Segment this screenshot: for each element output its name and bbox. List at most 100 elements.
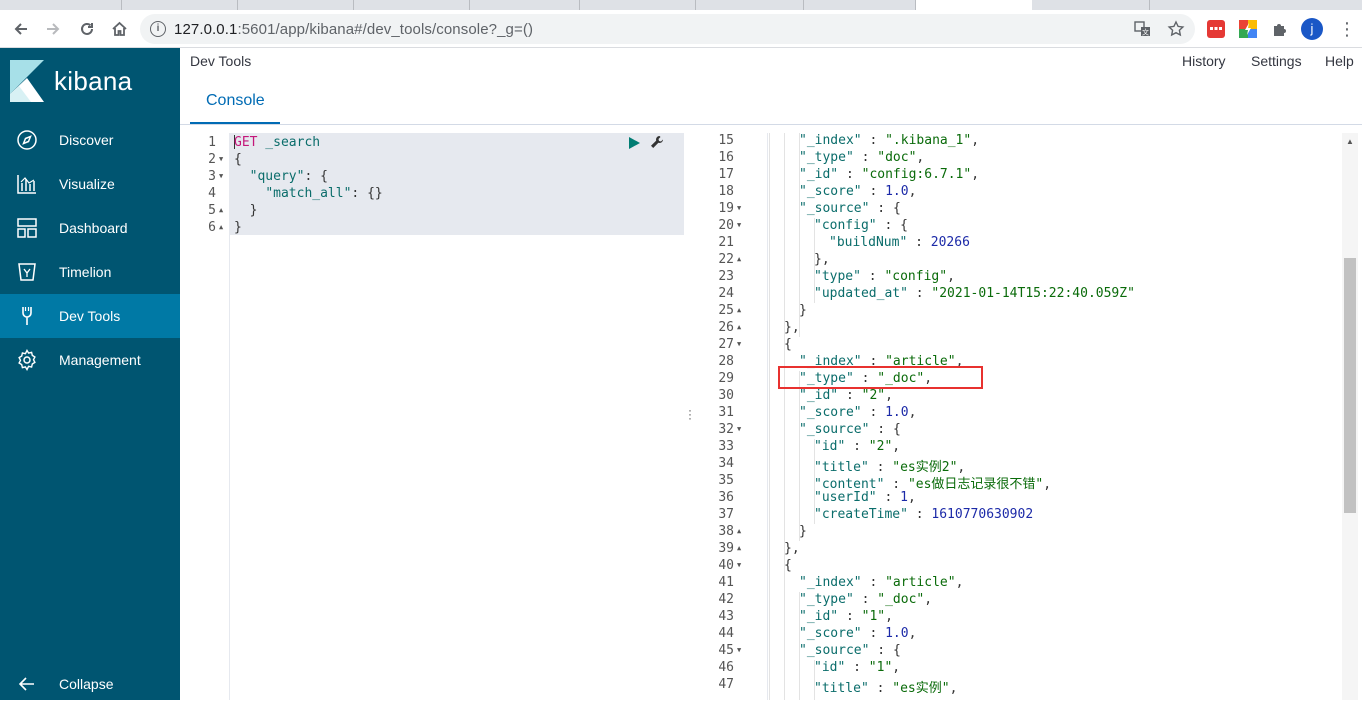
- response-line[interactable]: "_id" : "2",: [799, 388, 893, 403]
- response-line[interactable]: "_index" : "article",: [799, 575, 963, 590]
- response-line[interactable]: "_source" : {: [799, 422, 901, 437]
- response-line[interactable]: "_source" : {: [799, 643, 901, 658]
- line-number: 35: [718, 473, 734, 488]
- bookmark-star-icon[interactable]: [1167, 20, 1185, 38]
- help-link[interactable]: Help: [1325, 53, 1354, 69]
- fold-toggle-icon[interactable]: ▼: [737, 425, 741, 433]
- response-line[interactable]: "_index" : ".kibana_1",: [799, 133, 979, 148]
- output-scrollbar[interactable]: ▲: [1342, 133, 1358, 700]
- fold-toggle-icon[interactable]: ▼: [219, 172, 223, 180]
- response-line[interactable]: "_id" : "config:6.7.1",: [799, 167, 979, 182]
- response-output[interactable]: 15 "_index" : ".kibana_1", 16 "_type" : "do…: [698, 133, 1362, 700]
- fold-toggle-icon[interactable]: ▲: [737, 306, 741, 314]
- code-line[interactable]: GET _search: [234, 135, 320, 150]
- response-line[interactable]: "config" : {: [814, 218, 908, 233]
- wrench-settings-icon[interactable]: [650, 135, 664, 149]
- response-line[interactable]: "id" : "1",: [814, 660, 900, 675]
- fold-toggle-icon[interactable]: ▲: [219, 206, 223, 214]
- response-line[interactable]: "title" : "es实例",: [814, 677, 957, 696]
- response-line[interactable]: },: [784, 541, 800, 556]
- scroll-up-arrow[interactable]: ▲: [1346, 137, 1354, 146]
- sidebar-item-dev-tools[interactable]: Dev Tools: [0, 294, 180, 338]
- extension-colorful-icon[interactable]: [1239, 20, 1257, 38]
- sidebar-collapse-button[interactable]: Collapse: [0, 662, 180, 706]
- history-link[interactable]: History: [1182, 53, 1226, 69]
- fold-toggle-icon[interactable]: ▼: [737, 221, 741, 229]
- response-line[interactable]: },: [784, 320, 800, 335]
- request-editor[interactable]: 1 GET _search 2 ▼ {3 ▼ "query": {4 "match_all…: [188, 133, 684, 700]
- code-line[interactable]: "query": {: [234, 169, 328, 184]
- fold-toggle-icon[interactable]: ▼: [219, 155, 223, 163]
- fold-toggle-icon[interactable]: ▲: [219, 223, 223, 231]
- response-line[interactable]: {: [784, 337, 792, 352]
- back-icon[interactable]: [8, 16, 34, 42]
- response-line[interactable]: "_score" : 1.0,: [799, 184, 916, 199]
- scrollbar-thumb[interactable]: [1344, 258, 1356, 513]
- browser-tab[interactable]: [580, 0, 696, 10]
- browser-tab[interactable]: [122, 0, 238, 10]
- response-line[interactable]: "createTime" : 1610770630902: [814, 507, 1033, 522]
- fold-toggle-icon[interactable]: ▲: [737, 255, 741, 263]
- response-line[interactable]: }: [799, 303, 807, 318]
- response-line[interactable]: "_id" : "1",: [799, 609, 893, 624]
- sidebar-item-management[interactable]: Management: [0, 338, 180, 382]
- sidebar-item-timelion[interactable]: Timelion: [0, 250, 180, 294]
- fold-toggle-icon[interactable]: ▼: [737, 646, 741, 654]
- url-text[interactable]: 127.0.0.1:5601/app/kibana#/dev_tools/con…: [174, 21, 533, 38]
- fold-toggle-icon[interactable]: ▼: [737, 561, 741, 569]
- extensions-puzzle-icon[interactable]: [1271, 20, 1289, 38]
- pane-resize-handle[interactable]: · · ·: [688, 404, 692, 424]
- site-info-icon[interactable]: i: [150, 21, 166, 37]
- browser-tab-active[interactable]: [916, 0, 1032, 10]
- code-line[interactable]: {: [234, 152, 242, 167]
- svg-text:文: 文: [1142, 28, 1149, 37]
- code-line[interactable]: "match_all": {}: [234, 186, 382, 201]
- browser-tab[interactable]: [238, 0, 354, 10]
- response-line[interactable]: "buildNum" : 20266: [829, 235, 970, 250]
- address-bar[interactable]: i 127.0.0.1:5601/app/kibana#/dev_tools/c…: [140, 14, 1195, 44]
- sidebar-item-dashboard[interactable]: Dashboard: [0, 206, 180, 250]
- line-number: 15: [718, 133, 734, 148]
- translate-icon[interactable]: 文: [1134, 20, 1152, 38]
- timelion-icon: [18, 263, 36, 281]
- fold-toggle-icon[interactable]: ▲: [737, 527, 741, 535]
- profile-avatar[interactable]: j: [1301, 18, 1323, 40]
- settings-link[interactable]: Settings: [1251, 53, 1302, 69]
- response-line[interactable]: "_type" : "doc",: [799, 150, 924, 165]
- response-line[interactable]: "_score" : 1.0,: [799, 626, 916, 641]
- sidebar-item-discover[interactable]: Discover: [0, 118, 180, 162]
- gear-icon: [18, 349, 36, 371]
- forward-icon[interactable]: [40, 16, 66, 42]
- response-line[interactable]: "type" : "config",: [814, 269, 955, 284]
- sidebar-item-visualize[interactable]: Visualize: [0, 162, 180, 206]
- reload-icon[interactable]: [74, 16, 100, 42]
- response-line[interactable]: "_score" : 1.0,: [799, 405, 916, 420]
- browser-tab[interactable]: [354, 0, 470, 10]
- browser-tab[interactable]: [804, 0, 916, 10]
- response-line[interactable]: "updated_at" : "2021-01-14T15:22:40.059Z…: [814, 286, 1135, 301]
- response-line[interactable]: "_type" : "_doc",: [799, 592, 932, 607]
- code-line[interactable]: }: [234, 203, 258, 218]
- response-line[interactable]: "userId" : 1,: [814, 490, 916, 505]
- browser-tab[interactable]: [470, 0, 580, 10]
- editor-gutter: [188, 133, 230, 700]
- code-line[interactable]: }: [234, 220, 242, 235]
- response-line[interactable]: "id" : "2",: [814, 439, 900, 454]
- fold-toggle-icon[interactable]: ▼: [737, 340, 741, 348]
- browser-tab[interactable]: [0, 0, 122, 10]
- response-line[interactable]: {: [784, 558, 792, 573]
- response-line[interactable]: "_source" : {: [799, 201, 901, 216]
- fold-toggle-icon[interactable]: ▼: [737, 204, 741, 212]
- response-line[interactable]: },: [814, 252, 830, 267]
- response-line[interactable]: }: [799, 524, 807, 539]
- fold-toggle-icon[interactable]: ▲: [737, 544, 741, 552]
- tab-console[interactable]: Console: [190, 82, 280, 124]
- extension-icon[interactable]: [1207, 20, 1225, 38]
- browser-tab[interactable]: [1032, 0, 1150, 10]
- play-icon[interactable]: [628, 137, 640, 149]
- fold-toggle-icon[interactable]: ▲: [737, 323, 741, 331]
- home-icon[interactable]: [106, 16, 132, 42]
- browser-tab[interactable]: [696, 0, 804, 10]
- browser-menu-icon[interactable]: ⋮: [1338, 18, 1356, 40]
- line-number: 25: [718, 303, 734, 318]
